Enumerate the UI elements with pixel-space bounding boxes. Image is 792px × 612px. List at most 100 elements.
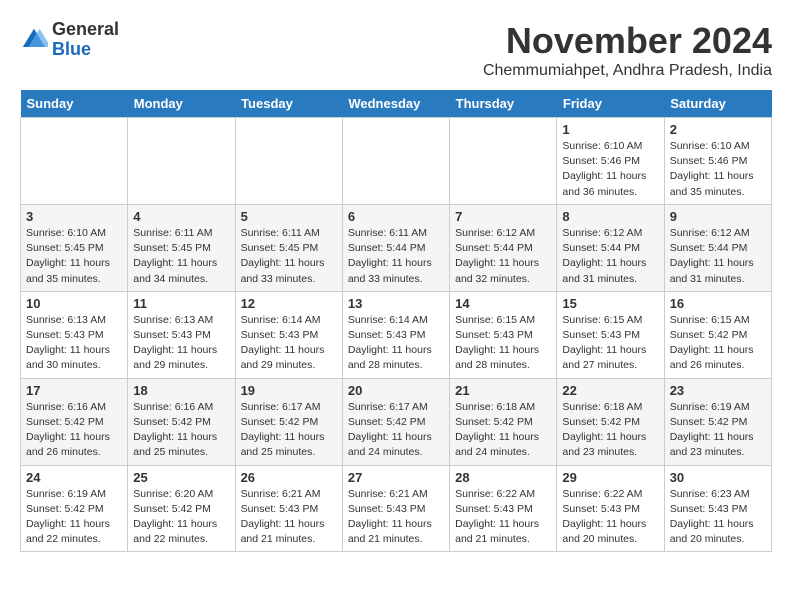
day-info: Sunrise: 6:12 AM Sunset: 5:44 PM Dayligh…: [562, 226, 658, 287]
day-info: Sunrise: 6:15 AM Sunset: 5:42 PM Dayligh…: [670, 313, 766, 374]
calendar-header-tuesday: Tuesday: [235, 90, 342, 118]
calendar-header-saturday: Saturday: [664, 90, 771, 118]
day-info: Sunrise: 6:11 AM Sunset: 5:44 PM Dayligh…: [348, 226, 444, 287]
calendar-cell: 8 Sunrise: 6:12 AM Sunset: 5:44 PM Daylig…: [557, 204, 664, 291]
day-info: Sunrise: 6:10 AM Sunset: 5:45 PM Dayligh…: [26, 226, 122, 287]
month-title: November 2024: [483, 20, 772, 62]
day-info: Sunrise: 6:18 AM Sunset: 5:42 PM Dayligh…: [562, 400, 658, 461]
day-number: 24: [26, 470, 122, 485]
calendar-cell: 19 Sunrise: 6:17 AM Sunset: 5:42 PM Dayli…: [235, 378, 342, 465]
day-info: Sunrise: 6:22 AM Sunset: 5:43 PM Dayligh…: [455, 487, 551, 548]
calendar-cell: 5 Sunrise: 6:11 AM Sunset: 5:45 PM Daylig…: [235, 204, 342, 291]
calendar-cell: [128, 118, 235, 205]
calendar-week-1: 1 Sunrise: 6:10 AM Sunset: 5:46 PM Daylig…: [21, 118, 772, 205]
day-number: 23: [670, 383, 766, 398]
calendar-cell: 25Sunrise: 6:20 AM Sunset: 5:42 PM Dayli…: [128, 465, 235, 552]
calendar-cell: 21Sunrise: 6:18 AM Sunset: 5:42 PM Dayli…: [450, 378, 557, 465]
calendar-week-4: 17Sunrise: 6:16 AM Sunset: 5:42 PM Dayli…: [21, 378, 772, 465]
calendar-table: SundayMondayTuesdayWednesdayThursdayFrid…: [20, 90, 772, 552]
calendar-header-monday: Monday: [128, 90, 235, 118]
day-number: 26: [241, 470, 337, 485]
calendar-cell: 18 Sunrise: 6:16 AM Sunset: 5:42 PM Dayli…: [128, 378, 235, 465]
day-info: Sunrise: 6:16 AM Sunset: 5:42 PM Dayligh…: [133, 400, 229, 461]
calendar-week-2: 3 Sunrise: 6:10 AM Sunset: 5:45 PM Daylig…: [21, 204, 772, 291]
day-info: Sunrise: 6:12 AM Sunset: 5:44 PM Dayligh…: [455, 226, 551, 287]
day-number: 27: [348, 470, 444, 485]
day-number: 30: [670, 470, 766, 485]
calendar-cell: 27 Sunrise: 6:21 AM Sunset: 5:43 PM Dayli…: [342, 465, 449, 552]
day-number: 9: [670, 209, 766, 224]
day-number: 29: [562, 470, 658, 485]
calendar-cell: [235, 118, 342, 205]
calendar-cell: 4 Sunrise: 6:11 AM Sunset: 5:45 PM Daylig…: [128, 204, 235, 291]
day-number: 10: [26, 296, 122, 311]
logo: General Blue: [20, 20, 119, 60]
day-info: Sunrise: 6:14 AM Sunset: 5:43 PM Dayligh…: [348, 313, 444, 374]
calendar-cell: 11Sunrise: 6:13 AM Sunset: 5:43 PM Dayli…: [128, 291, 235, 378]
calendar-cell: 24 Sunrise: 6:19 AM Sunset: 5:42 PM Dayli…: [21, 465, 128, 552]
calendar-cell: 10 Sunrise: 6:13 AM Sunset: 5:43 PM Dayli…: [21, 291, 128, 378]
day-info: Sunrise: 6:19 AM Sunset: 5:42 PM Dayligh…: [26, 487, 122, 548]
calendar-cell: [450, 118, 557, 205]
day-info: Sunrise: 6:22 AM Sunset: 5:43 PM Dayligh…: [562, 487, 658, 548]
calendar-week-5: 24 Sunrise: 6:19 AM Sunset: 5:42 PM Dayli…: [21, 465, 772, 552]
day-info: Sunrise: 6:13 AM Sunset: 5:43 PM Dayligh…: [26, 313, 122, 374]
day-number: 18: [133, 383, 229, 398]
calendar-cell: [21, 118, 128, 205]
day-info: Sunrise: 6:11 AM Sunset: 5:45 PM Dayligh…: [133, 226, 229, 287]
day-info: Sunrise: 6:16 AM Sunset: 5:42 PM Dayligh…: [26, 400, 122, 461]
calendar-cell: 12Sunrise: 6:14 AM Sunset: 5:43 PM Dayli…: [235, 291, 342, 378]
day-number: 22: [562, 383, 658, 398]
calendar-cell: 13Sunrise: 6:14 AM Sunset: 5:43 PM Dayli…: [342, 291, 449, 378]
day-number: 28: [455, 470, 551, 485]
day-info: Sunrise: 6:21 AM Sunset: 5:43 PM Dayligh…: [348, 487, 444, 548]
day-info: Sunrise: 6:21 AM Sunset: 5:43 PM Dayligh…: [241, 487, 337, 548]
calendar-cell: 7Sunrise: 6:12 AM Sunset: 5:44 PM Daylig…: [450, 204, 557, 291]
day-info: Sunrise: 6:23 AM Sunset: 5:43 PM Dayligh…: [670, 487, 766, 548]
day-info: Sunrise: 6:15 AM Sunset: 5:43 PM Dayligh…: [455, 313, 551, 374]
location: Chemmumiahpet, Andhra Pradesh, India: [483, 62, 772, 80]
day-number: 1: [562, 122, 658, 137]
day-info: Sunrise: 6:12 AM Sunset: 5:44 PM Dayligh…: [670, 226, 766, 287]
logo-icon: [20, 26, 48, 54]
day-info: Sunrise: 6:18 AM Sunset: 5:42 PM Dayligh…: [455, 400, 551, 461]
calendar-cell: [342, 118, 449, 205]
title-block: November 2024 Chemmumiahpet, Andhra Prad…: [483, 20, 772, 80]
calendar-cell: 22 Sunrise: 6:18 AM Sunset: 5:42 PM Dayli…: [557, 378, 664, 465]
day-info: Sunrise: 6:11 AM Sunset: 5:45 PM Dayligh…: [241, 226, 337, 287]
calendar-cell: 29 Sunrise: 6:22 AM Sunset: 5:43 PM Dayli…: [557, 465, 664, 552]
day-number: 3: [26, 209, 122, 224]
day-info: Sunrise: 6:17 AM Sunset: 5:42 PM Dayligh…: [241, 400, 337, 461]
calendar-cell: 30 Sunrise: 6:23 AM Sunset: 5:43 PM Dayli…: [664, 465, 771, 552]
day-number: 19: [241, 383, 337, 398]
calendar-cell: 23 Sunrise: 6:19 AM Sunset: 5:42 PM Dayli…: [664, 378, 771, 465]
calendar-cell: 17Sunrise: 6:16 AM Sunset: 5:42 PM Dayli…: [21, 378, 128, 465]
calendar-cell: 9 Sunrise: 6:12 AM Sunset: 5:44 PM Daylig…: [664, 204, 771, 291]
calendar-header-row: SundayMondayTuesdayWednesdayThursdayFrid…: [21, 90, 772, 118]
calendar-header-sunday: Sunday: [21, 90, 128, 118]
calendar-header-friday: Friday: [557, 90, 664, 118]
calendar-cell: 6 Sunrise: 6:11 AM Sunset: 5:44 PM Daylig…: [342, 204, 449, 291]
day-info: Sunrise: 6:10 AM Sunset: 5:46 PM Dayligh…: [562, 139, 658, 200]
day-info: Sunrise: 6:17 AM Sunset: 5:42 PM Dayligh…: [348, 400, 444, 461]
calendar-cell: 1 Sunrise: 6:10 AM Sunset: 5:46 PM Daylig…: [557, 118, 664, 205]
day-info: Sunrise: 6:15 AM Sunset: 5:43 PM Dayligh…: [562, 313, 658, 374]
day-number: 8: [562, 209, 658, 224]
day-number: 5: [241, 209, 337, 224]
calendar-cell: 20 Sunrise: 6:17 AM Sunset: 5:42 PM Dayli…: [342, 378, 449, 465]
day-number: 2: [670, 122, 766, 137]
calendar-cell: 28 Sunrise: 6:22 AM Sunset: 5:43 PM Dayli…: [450, 465, 557, 552]
page-header: General Blue November 2024 Chemmumiahpet…: [20, 20, 772, 80]
calendar-cell: 14Sunrise: 6:15 AM Sunset: 5:43 PM Dayli…: [450, 291, 557, 378]
day-info: Sunrise: 6:19 AM Sunset: 5:42 PM Dayligh…: [670, 400, 766, 461]
day-number: 20: [348, 383, 444, 398]
calendar-body: 1 Sunrise: 6:10 AM Sunset: 5:46 PM Daylig…: [21, 118, 772, 552]
calendar-week-3: 10 Sunrise: 6:13 AM Sunset: 5:43 PM Dayli…: [21, 291, 772, 378]
calendar-cell: 2Sunrise: 6:10 AM Sunset: 5:46 PM Daylig…: [664, 118, 771, 205]
day-number: 6: [348, 209, 444, 224]
day-number: 4: [133, 209, 229, 224]
calendar-cell: 26 Sunrise: 6:21 AM Sunset: 5:43 PM Dayli…: [235, 465, 342, 552]
calendar-cell: 15Sunrise: 6:15 AM Sunset: 5:43 PM Dayli…: [557, 291, 664, 378]
day-number: 25: [133, 470, 229, 485]
logo-text: General Blue: [52, 20, 119, 60]
